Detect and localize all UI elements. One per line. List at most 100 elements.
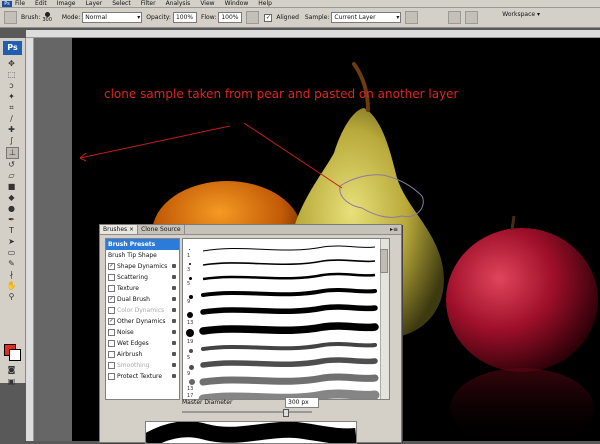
canvas-pasteboard — [34, 38, 72, 441]
eraser-tool-icon[interactable]: ▱ — [6, 171, 17, 181]
option-dual-brush[interactable]: ✓ Dual Brush — [106, 294, 179, 305]
airbrush-icon[interactable] — [246, 11, 260, 24]
option-texture[interactable]: Texture — [106, 283, 179, 294]
option-label: Other Dynamics — [117, 318, 166, 325]
brush-size-label: 1 — [187, 253, 191, 259]
brush-presets-list[interactable]: 1 3 5 9 13 19 5 9 13 17 — [182, 238, 390, 400]
menu-window[interactable]: Window — [225, 0, 249, 7]
clone-stamp-tool-icon[interactable]: ⊥ — [6, 147, 19, 159]
history-brush-tool-icon[interactable]: ↺ — [6, 160, 17, 170]
menu-filter[interactable]: Filter — [141, 0, 156, 7]
background-color-swatch[interactable] — [9, 349, 21, 361]
menu-edit[interactable]: Edit — [35, 0, 47, 7]
lock-icon[interactable] — [172, 319, 176, 323]
sample-select[interactable]: Current Layer — [331, 12, 402, 23]
option-airbrush[interactable]: Airbrush — [106, 349, 179, 360]
zoom-tool-icon[interactable]: ⚲ — [6, 292, 17, 302]
opacity-field[interactable]: 100% — [172, 12, 197, 23]
lock-icon[interactable] — [172, 308, 176, 312]
opacity-label: Opacity: — [146, 14, 171, 21]
master-diameter-slider[interactable] — [182, 411, 312, 413]
lock-icon[interactable] — [172, 264, 176, 268]
lock-icon[interactable] — [172, 330, 176, 334]
hand-tool-icon[interactable]: ✋ — [6, 281, 17, 291]
options-bar: Brush: 300 Mode: Normal Opacity: 100% Fl… — [0, 8, 600, 28]
clone-stamp-icon[interactable] — [4, 11, 17, 24]
mode-select[interactable]: Normal — [82, 12, 143, 23]
pen-tool-icon[interactable]: ✒ — [6, 215, 17, 225]
option-protect-texture[interactable]: Protect Texture — [106, 371, 179, 382]
gradient-tool-icon[interactable]: ■ — [6, 182, 17, 192]
brush-tip-dot — [189, 249, 190, 250]
master-diameter-slider-knob[interactable] — [283, 409, 290, 417]
brush-tool-icon[interactable]: ∫ — [6, 136, 17, 146]
lock-icon[interactable] — [172, 363, 176, 367]
flow-field[interactable]: 100% — [218, 12, 243, 23]
lock-icon[interactable] — [172, 352, 176, 356]
option-noise[interactable]: Noise — [106, 327, 179, 338]
brushes-tabs: Brushes × Clone Source — [100, 225, 401, 235]
option-brush-tip-shape[interactable]: Brush Tip Shape — [106, 250, 179, 261]
brush-options-list: Brush Presets Brush Tip Shape ✓ Shape Dyn… — [105, 238, 180, 400]
checkbox[interactable]: ✓ — [108, 263, 115, 270]
lasso-tool-icon[interactable]: ↄ — [6, 81, 17, 91]
slice-tool-icon[interactable]: ∕ — [6, 114, 17, 124]
brush-tip-dot — [189, 277, 192, 280]
menu-file[interactable]: File — [15, 0, 25, 7]
lock-icon[interactable] — [172, 341, 176, 345]
checkbox[interactable]: ✓ — [108, 318, 115, 325]
option-brush-presets[interactable]: Brush Presets — [106, 239, 179, 250]
workspace-menu[interactable]: Workspace ▾ — [502, 11, 540, 18]
crop-tool-icon[interactable]: ⌗ — [6, 103, 17, 113]
brush-tip-dot — [189, 379, 195, 385]
aligned-checkbox[interactable]: ✓ — [264, 13, 273, 22]
dodge-tool-icon[interactable]: ● — [6, 204, 17, 214]
menu-view[interactable]: View — [200, 0, 214, 7]
move-tool-icon[interactable]: ✥ — [6, 59, 17, 69]
master-diameter-field[interactable]: 300 px — [285, 397, 319, 408]
option-smoothing[interactable]: Smoothing — [106, 360, 179, 371]
quick-mask-icon[interactable]: ◙ — [6, 365, 17, 375]
menu-analysis[interactable]: Analysis — [166, 0, 191, 7]
option-shape-dynamics[interactable]: ✓ Shape Dynamics — [106, 261, 179, 272]
presets-scroll-thumb[interactable] — [380, 249, 388, 273]
checkbox[interactable] — [108, 274, 115, 281]
type-tool-icon[interactable]: T — [6, 226, 17, 236]
path-selection-tool-icon[interactable]: ➤ — [6, 237, 17, 247]
eyedropper-tool-icon[interactable]: ∤ — [6, 270, 17, 280]
shape-tool-icon[interactable]: ▭ — [6, 248, 17, 258]
lock-icon[interactable] — [172, 297, 176, 301]
lock-icon[interactable] — [172, 275, 176, 279]
option-wet-edges[interactable]: Wet Edges — [106, 338, 179, 349]
ignore-adjustment-layers-icon[interactable] — [405, 11, 419, 24]
checkbox[interactable]: ✓ — [108, 296, 115, 303]
tab-brushes[interactable]: Brushes × — [100, 225, 139, 234]
checkbox[interactable] — [108, 285, 115, 292]
checkbox[interactable] — [108, 307, 115, 314]
screen-mode-icon[interactable]: ▣ — [6, 377, 17, 387]
lock-icon[interactable] — [172, 286, 176, 290]
magic-wand-tool-icon[interactable]: ✦ — [6, 92, 17, 102]
notes-tool-icon[interactable]: ✎ — [6, 259, 17, 269]
option-color-dynamics[interactable]: Color Dynamics — [106, 305, 179, 316]
menu-image[interactable]: Image — [57, 0, 76, 7]
menu-help[interactable]: Help — [258, 0, 272, 7]
healing-brush-tool-icon[interactable]: ✚ — [6, 125, 17, 135]
palette-well-icon[interactable] — [465, 11, 479, 24]
checkbox[interactable] — [108, 340, 115, 347]
checkbox[interactable] — [108, 329, 115, 336]
menu-layer[interactable]: Layer — [85, 0, 102, 7]
marquee-tool-icon[interactable]: ⬚ — [6, 70, 17, 80]
brush-picker[interactable]: 300 — [42, 12, 52, 23]
checkbox[interactable] — [108, 373, 115, 380]
menu-select[interactable]: Select — [112, 0, 131, 7]
panel-toggle-icon[interactable] — [448, 11, 462, 24]
checkbox[interactable] — [108, 351, 115, 358]
checkbox[interactable] — [108, 362, 115, 369]
panel-menu-icon[interactable]: ▸≡ — [390, 226, 398, 233]
option-other-dynamics[interactable]: ✓ Other Dynamics — [106, 316, 179, 327]
lock-icon[interactable] — [172, 374, 176, 378]
option-scattering[interactable]: Scattering — [106, 272, 179, 283]
blur-tool-icon[interactable]: ◆ — [6, 193, 17, 203]
tab-clone-source[interactable]: Clone Source — [138, 225, 185, 234]
